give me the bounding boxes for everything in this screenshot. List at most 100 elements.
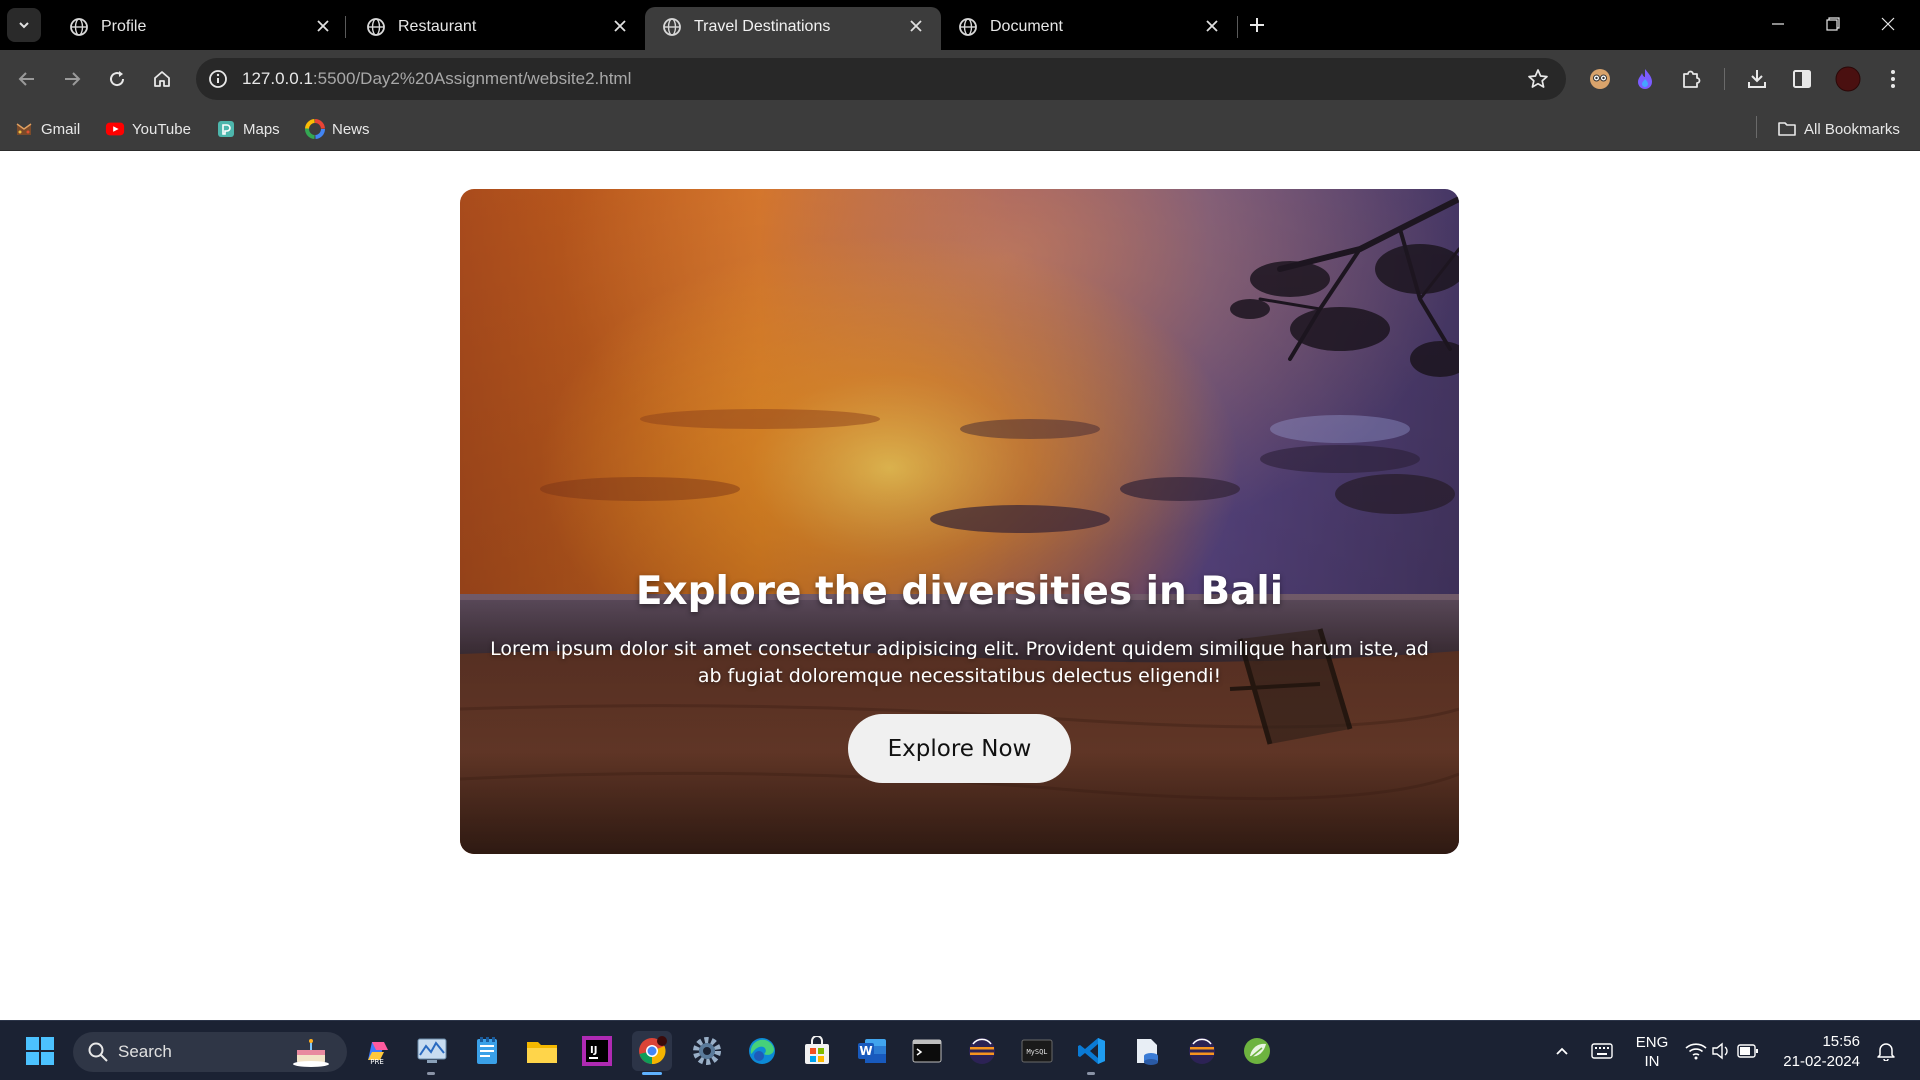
tab-search-button[interactable]: [7, 8, 41, 42]
language-region: IN: [1644, 1053, 1660, 1070]
profile-avatar[interactable]: [1833, 64, 1863, 94]
minimize-button[interactable]: [1758, 8, 1798, 40]
copilot-icon[interactable]: PRE: [357, 1031, 397, 1071]
reload-button[interactable]: [100, 62, 134, 96]
tab-title: Travel Destinations: [694, 18, 831, 35]
vscode-icon[interactable]: [1072, 1031, 1112, 1071]
taskbar-search[interactable]: Search: [73, 1032, 347, 1072]
bookmarks-separator: [1756, 116, 1757, 138]
globe-icon: [367, 18, 385, 36]
tab-title: Restaurant: [398, 18, 477, 35]
notifications-button[interactable]: [1866, 1031, 1906, 1071]
edge-icon[interactable]: [742, 1031, 782, 1071]
youtube-icon: [105, 119, 125, 139]
url-text[interactable]: 127.0.0.1:5500/Day2%20Assignment/website…: [242, 69, 631, 89]
site-info-icon[interactable]: [206, 67, 230, 91]
hero-card: Explore the diversities in Bali Lorem ip…: [460, 189, 1459, 854]
terminal-icon[interactable]: [907, 1031, 947, 1071]
bookmark-gmail[interactable]: Gmail: [14, 118, 80, 140]
bookmark-star-icon[interactable]: [1526, 67, 1550, 91]
plus-icon: [1250, 18, 1264, 32]
wifi-icon: [1685, 1043, 1707, 1060]
eclipse-icon[interactable]: [962, 1031, 1002, 1071]
tab-strip: Profile Restaurant Travel Destinations D…: [0, 0, 1920, 50]
bookmark-maps[interactable]: Maps: [216, 118, 280, 140]
tab-travel-destinations[interactable]: Travel Destinations: [645, 7, 941, 50]
show-hidden-icons-button[interactable]: [1542, 1031, 1582, 1071]
microsoft-store-icon[interactable]: [797, 1031, 837, 1071]
clock-date: 21-02-2024: [1783, 1053, 1860, 1070]
performance-monitor-icon[interactable]: [412, 1031, 452, 1071]
arrow-right-icon: [65, 72, 81, 86]
close-tab-icon[interactable]: [1201, 15, 1223, 37]
bookmarks-bar: Gmail YouTube Maps News All Bookmarks: [0, 107, 1920, 151]
running-indicator: [427, 1072, 435, 1075]
hero-title: Explore the diversities in Bali: [635, 569, 1284, 614]
extension-flame-icon[interactable]: [1630, 64, 1660, 94]
word-icon[interactable]: W: [852, 1031, 892, 1071]
eclipse-ide-icon[interactable]: [1182, 1031, 1222, 1071]
tab-separator: [345, 16, 346, 38]
explore-now-button[interactable]: Explore Now: [848, 714, 1071, 783]
start-button[interactable]: [20, 1031, 60, 1071]
bookmark-youtube[interactable]: YouTube: [105, 118, 191, 140]
globe-icon: [959, 18, 977, 36]
address-bar[interactable]: 127.0.0.1:5500/Day2%20Assignment/website…: [196, 58, 1566, 100]
new-tab-button[interactable]: [1243, 11, 1271, 39]
home-button[interactable]: [145, 62, 179, 96]
downloads-icon[interactable]: [1742, 64, 1772, 94]
globe-icon: [70, 18, 88, 36]
extension-avatar-icon[interactable]: [1585, 64, 1615, 94]
svg-text:W: W: [859, 1044, 872, 1058]
quick-settings-button[interactable]: [1680, 1031, 1764, 1071]
close-tab-icon[interactable]: [609, 15, 631, 37]
url-host: 127.0.0.1: [242, 69, 313, 88]
all-bookmarks-button[interactable]: All Bookmarks: [1777, 118, 1900, 140]
mysql-shell-icon[interactable]: MySQL: [1017, 1031, 1057, 1071]
chrome-icon[interactable]: [632, 1031, 672, 1071]
forward-button[interactable]: [55, 62, 89, 96]
more-menu-icon[interactable]: [1878, 64, 1908, 94]
clock[interactable]: 15:56 21-02-2024: [1780, 1032, 1860, 1072]
tab-title: Document: [990, 18, 1063, 35]
intellij-icon[interactable]: IJ: [577, 1031, 617, 1071]
tab-restaurant[interactable]: Restaurant: [349, 7, 645, 50]
url-path: :5500/Day2%20Assignment/website2.html: [312, 69, 632, 88]
bookmark-news[interactable]: News: [305, 118, 370, 140]
close-tab-icon[interactable]: [905, 15, 927, 37]
reload-icon: [110, 71, 125, 87]
spring-tools-icon[interactable]: [1237, 1031, 1277, 1071]
web-page: Explore the diversities in Bali Lorem ip…: [0, 151, 1920, 1020]
restore-icon: [1826, 17, 1840, 31]
settings-icon[interactable]: [687, 1031, 727, 1071]
side-panel-icon[interactable]: [1787, 64, 1817, 94]
browser-toolbar: 127.0.0.1:5500/Day2%20Assignment/website…: [0, 50, 1920, 107]
close-tab-icon[interactable]: [312, 15, 334, 37]
touch-keyboard-icon[interactable]: [1582, 1031, 1622, 1071]
chevron-up-icon: [1556, 1047, 1568, 1055]
windows-taskbar: Search PRE IJ W MySQL ENG IN 15:56 21-02…: [0, 1020, 1920, 1080]
globe-icon: [663, 18, 681, 36]
database-app-icon[interactable]: [1127, 1031, 1167, 1071]
tab-document[interactable]: Document: [941, 7, 1237, 50]
running-indicator: [1087, 1072, 1095, 1075]
close-window-button[interactable]: [1868, 8, 1908, 40]
hero-description: Lorem ipsum dolor sit amet consectetur a…: [490, 638, 1429, 687]
bookmark-label: YouTube: [132, 120, 191, 138]
restore-button[interactable]: [1813, 8, 1853, 40]
battery-icon: [1737, 1044, 1758, 1058]
tab-profile[interactable]: Profile: [52, 7, 348, 50]
tab-separator: [1237, 16, 1238, 38]
back-button[interactable]: [10, 62, 44, 96]
notepad-icon[interactable]: [467, 1031, 507, 1071]
news-icon: [305, 119, 325, 139]
language-indicator[interactable]: ENG IN: [1630, 1033, 1674, 1071]
search-icon: [88, 1042, 108, 1062]
chevron-down-icon: [19, 22, 29, 29]
tab-title: Profile: [101, 18, 147, 35]
arrow-left-icon: [18, 72, 34, 86]
extensions-puzzle-icon[interactable]: [1676, 64, 1706, 94]
folder-icon: [1777, 119, 1797, 139]
file-explorer-icon[interactable]: [522, 1031, 562, 1071]
language-code: ENG: [1635, 1034, 1669, 1051]
